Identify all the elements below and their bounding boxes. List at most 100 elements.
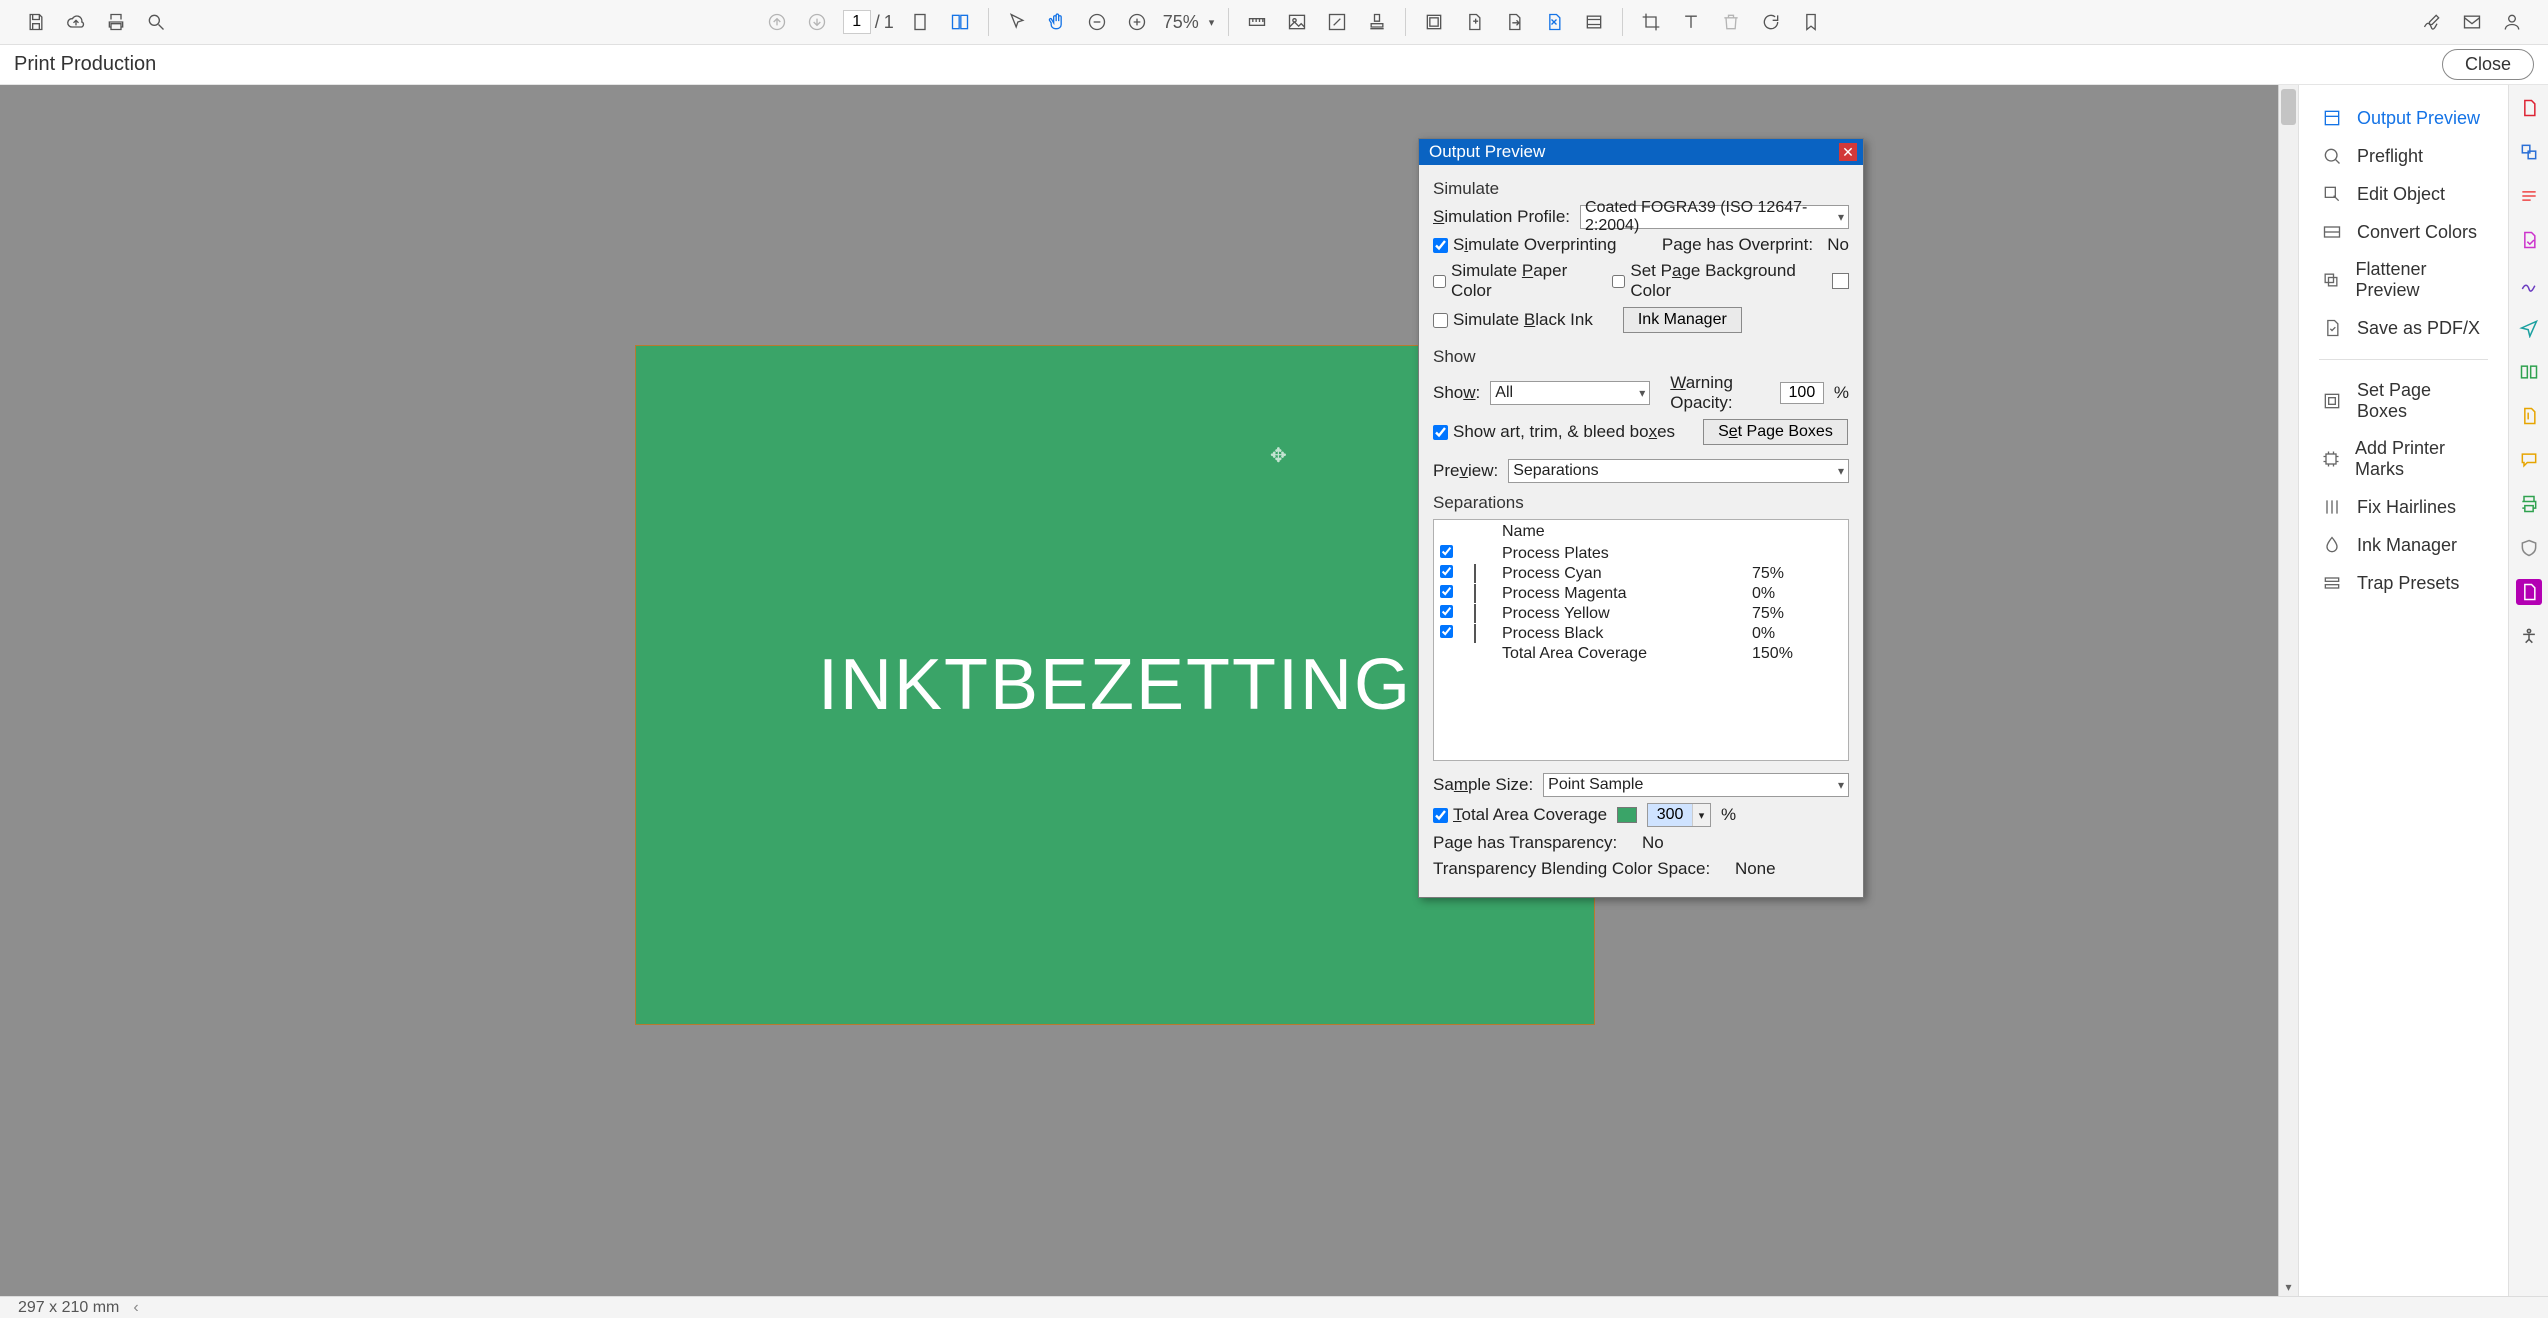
select-sample-size[interactable]: Point Sample▾ (1543, 773, 1849, 797)
separation-row[interactable]: Process Magenta 0% (1434, 584, 1848, 604)
strip-send-icon[interactable] (2516, 315, 2542, 341)
select-sim-profile[interactable]: Coated FOGRA39 (ISO 12647-2:2004)▾ (1580, 205, 1849, 229)
page-boxes-icon[interactable] (1420, 8, 1448, 36)
pointer-icon[interactable] (1003, 8, 1031, 36)
chk-set-bg[interactable]: Set Page Background Color (1612, 261, 1802, 301)
strip-export-icon[interactable] (2516, 227, 2542, 253)
strip-sign-icon[interactable] (2516, 271, 2542, 297)
tool-trap-presets[interactable]: Trap Presets (2299, 564, 2508, 602)
col-name: Name (1502, 523, 1752, 541)
tool-save-pdfx[interactable]: Save as PDF/X (2299, 309, 2508, 347)
tool-label: Edit Object (2357, 184, 2445, 205)
bg-color-swatch[interactable] (1832, 273, 1849, 289)
print-icon[interactable] (102, 8, 130, 36)
select-preview[interactable]: Separations▾ (1508, 459, 1849, 483)
dialog-close-icon[interactable]: ✕ (1839, 143, 1857, 161)
ruler-icon[interactable] (1243, 8, 1271, 36)
tool-set-page-boxes[interactable]: Set Page Boxes (2299, 372, 2508, 430)
chk-sim-overprint[interactable]: Simulate Overprinting (1433, 235, 1616, 255)
add-page-icon[interactable] (1460, 8, 1488, 36)
output-preview-dialog: Output Preview ✕ Simulate Simulation Pro… (1418, 138, 1864, 898)
strip-print-production-icon[interactable] (2516, 579, 2542, 605)
header-footer-icon[interactable] (1580, 8, 1608, 36)
page-up-icon[interactable] (763, 8, 791, 36)
separation-row[interactable]: Process Yellow 75% (1434, 604, 1848, 624)
tool-printer-marks[interactable]: Add Printer Marks (2299, 430, 2508, 488)
mail-icon[interactable] (2458, 8, 2486, 36)
zoom-level[interactable]: 75%▾ (1163, 12, 1215, 33)
strip-print-icon[interactable] (2516, 491, 2542, 517)
chk-show-art-trim-bleed[interactable]: Show art, trim, & bleed boxes (1433, 422, 1675, 442)
text-tool-icon[interactable] (1677, 8, 1705, 36)
signature-icon[interactable] (2418, 8, 2446, 36)
input-tac[interactable] (1648, 804, 1692, 826)
btn-ink-manager[interactable]: Ink Manager (1623, 307, 1742, 333)
sep-visibility-checkbox[interactable] (1440, 565, 1453, 578)
select-show[interactable]: All▾ (1490, 381, 1650, 405)
page-down-icon[interactable] (803, 8, 831, 36)
close-button[interactable]: Close (2442, 49, 2534, 80)
label-sample-size: Sample Size: (1433, 775, 1533, 795)
sep-visibility-checkbox[interactable] (1440, 605, 1453, 618)
sep-visibility-checkbox[interactable] (1440, 625, 1453, 638)
search-icon[interactable] (142, 8, 170, 36)
sep-swatch-icon (1474, 604, 1476, 623)
strip-create-pdf-icon[interactable] (2516, 95, 2542, 121)
chk-sim-paper[interactable]: Simulate Paper Color (1433, 261, 1582, 301)
sep-visibility-checkbox[interactable] (1440, 545, 1453, 558)
hand-icon[interactable] (1043, 8, 1071, 36)
crop-icon[interactable] (1637, 8, 1665, 36)
scroll-thumb[interactable] (2281, 89, 2296, 125)
account-icon[interactable] (2498, 8, 2526, 36)
tool-edit-object[interactable]: Edit Object (2299, 175, 2508, 213)
stamp-icon[interactable] (1363, 8, 1391, 36)
strip-edit-pdf-icon[interactable] (2516, 183, 2542, 209)
btn-set-page-boxes[interactable]: Set Page Boxes (1703, 419, 1848, 445)
sim-profile-value: Coated FOGRA39 (ISO 12647-2:2004) (1585, 199, 1838, 235)
save-icon[interactable] (22, 8, 50, 36)
tool-ink-manager[interactable]: Ink Manager (2299, 526, 2508, 564)
tool-output-preview[interactable]: Output Preview (2299, 99, 2508, 137)
label-show: Show: (1433, 383, 1480, 403)
single-page-icon[interactable] (906, 8, 934, 36)
tool-flattener-preview[interactable]: Flattener Preview (2299, 251, 2508, 309)
chk-tac[interactable]: Total Area Coverage (1433, 805, 1607, 825)
strip-organize-icon[interactable] (2516, 359, 2542, 385)
replace-page-icon[interactable] (1540, 8, 1568, 36)
image-insert-icon[interactable] (1283, 8, 1311, 36)
chk-sim-black[interactable]: Simulate Black Ink (1433, 310, 1593, 330)
document-canvas[interactable]: INKTBEZETTING ✥ ▴ ▾ (0, 85, 2298, 1296)
zoom-out-icon[interactable] (1083, 8, 1111, 36)
sep-visibility-checkbox[interactable] (1440, 585, 1453, 598)
page-current-input[interactable] (843, 10, 871, 34)
tool-label: Convert Colors (2357, 222, 2477, 243)
subheader: Print Production Close (0, 45, 2548, 85)
scroll-down-icon[interactable]: ▾ (2279, 1278, 2298, 1296)
input-warning-opacity[interactable] (1780, 382, 1824, 404)
separation-row[interactable]: Process Black 0% (1434, 624, 1848, 644)
strip-combine-icon[interactable] (2516, 139, 2542, 165)
strip-compress-icon[interactable] (2516, 403, 2542, 429)
strip-protect-icon[interactable] (2516, 535, 2542, 561)
cloud-upload-icon[interactable] (62, 8, 90, 36)
two-page-icon[interactable] (946, 8, 974, 36)
dialog-titlebar[interactable]: Output Preview ✕ (1419, 139, 1863, 165)
status-bar: 297 x 210 mm ‹ (0, 1296, 2548, 1318)
object-edit-icon[interactable] (1323, 8, 1351, 36)
separation-row[interactable]: Process Cyan 75% (1434, 564, 1848, 584)
tool-convert-colors[interactable]: Convert Colors (2299, 213, 2508, 251)
tool-fix-hairlines[interactable]: Fix Hairlines (2299, 488, 2508, 526)
tool-label: Ink Manager (2357, 535, 2457, 556)
trash-icon[interactable] (1717, 8, 1745, 36)
separation-row[interactable]: Total Area Coverage 150% (1434, 644, 1848, 664)
vertical-scrollbar[interactable]: ▴ ▾ (2278, 85, 2298, 1296)
bookmark-icon[interactable] (1797, 8, 1825, 36)
strip-accessibility-icon[interactable] (2516, 623, 2542, 649)
rotate-icon[interactable] (1757, 8, 1785, 36)
extract-page-icon[interactable] (1500, 8, 1528, 36)
hairlines-icon (2321, 496, 2343, 518)
strip-comment-icon[interactable] (2516, 447, 2542, 473)
separation-row[interactable]: Process Plates (1434, 544, 1848, 564)
tool-preflight[interactable]: Preflight (2299, 137, 2508, 175)
zoom-in-icon[interactable] (1123, 8, 1151, 36)
